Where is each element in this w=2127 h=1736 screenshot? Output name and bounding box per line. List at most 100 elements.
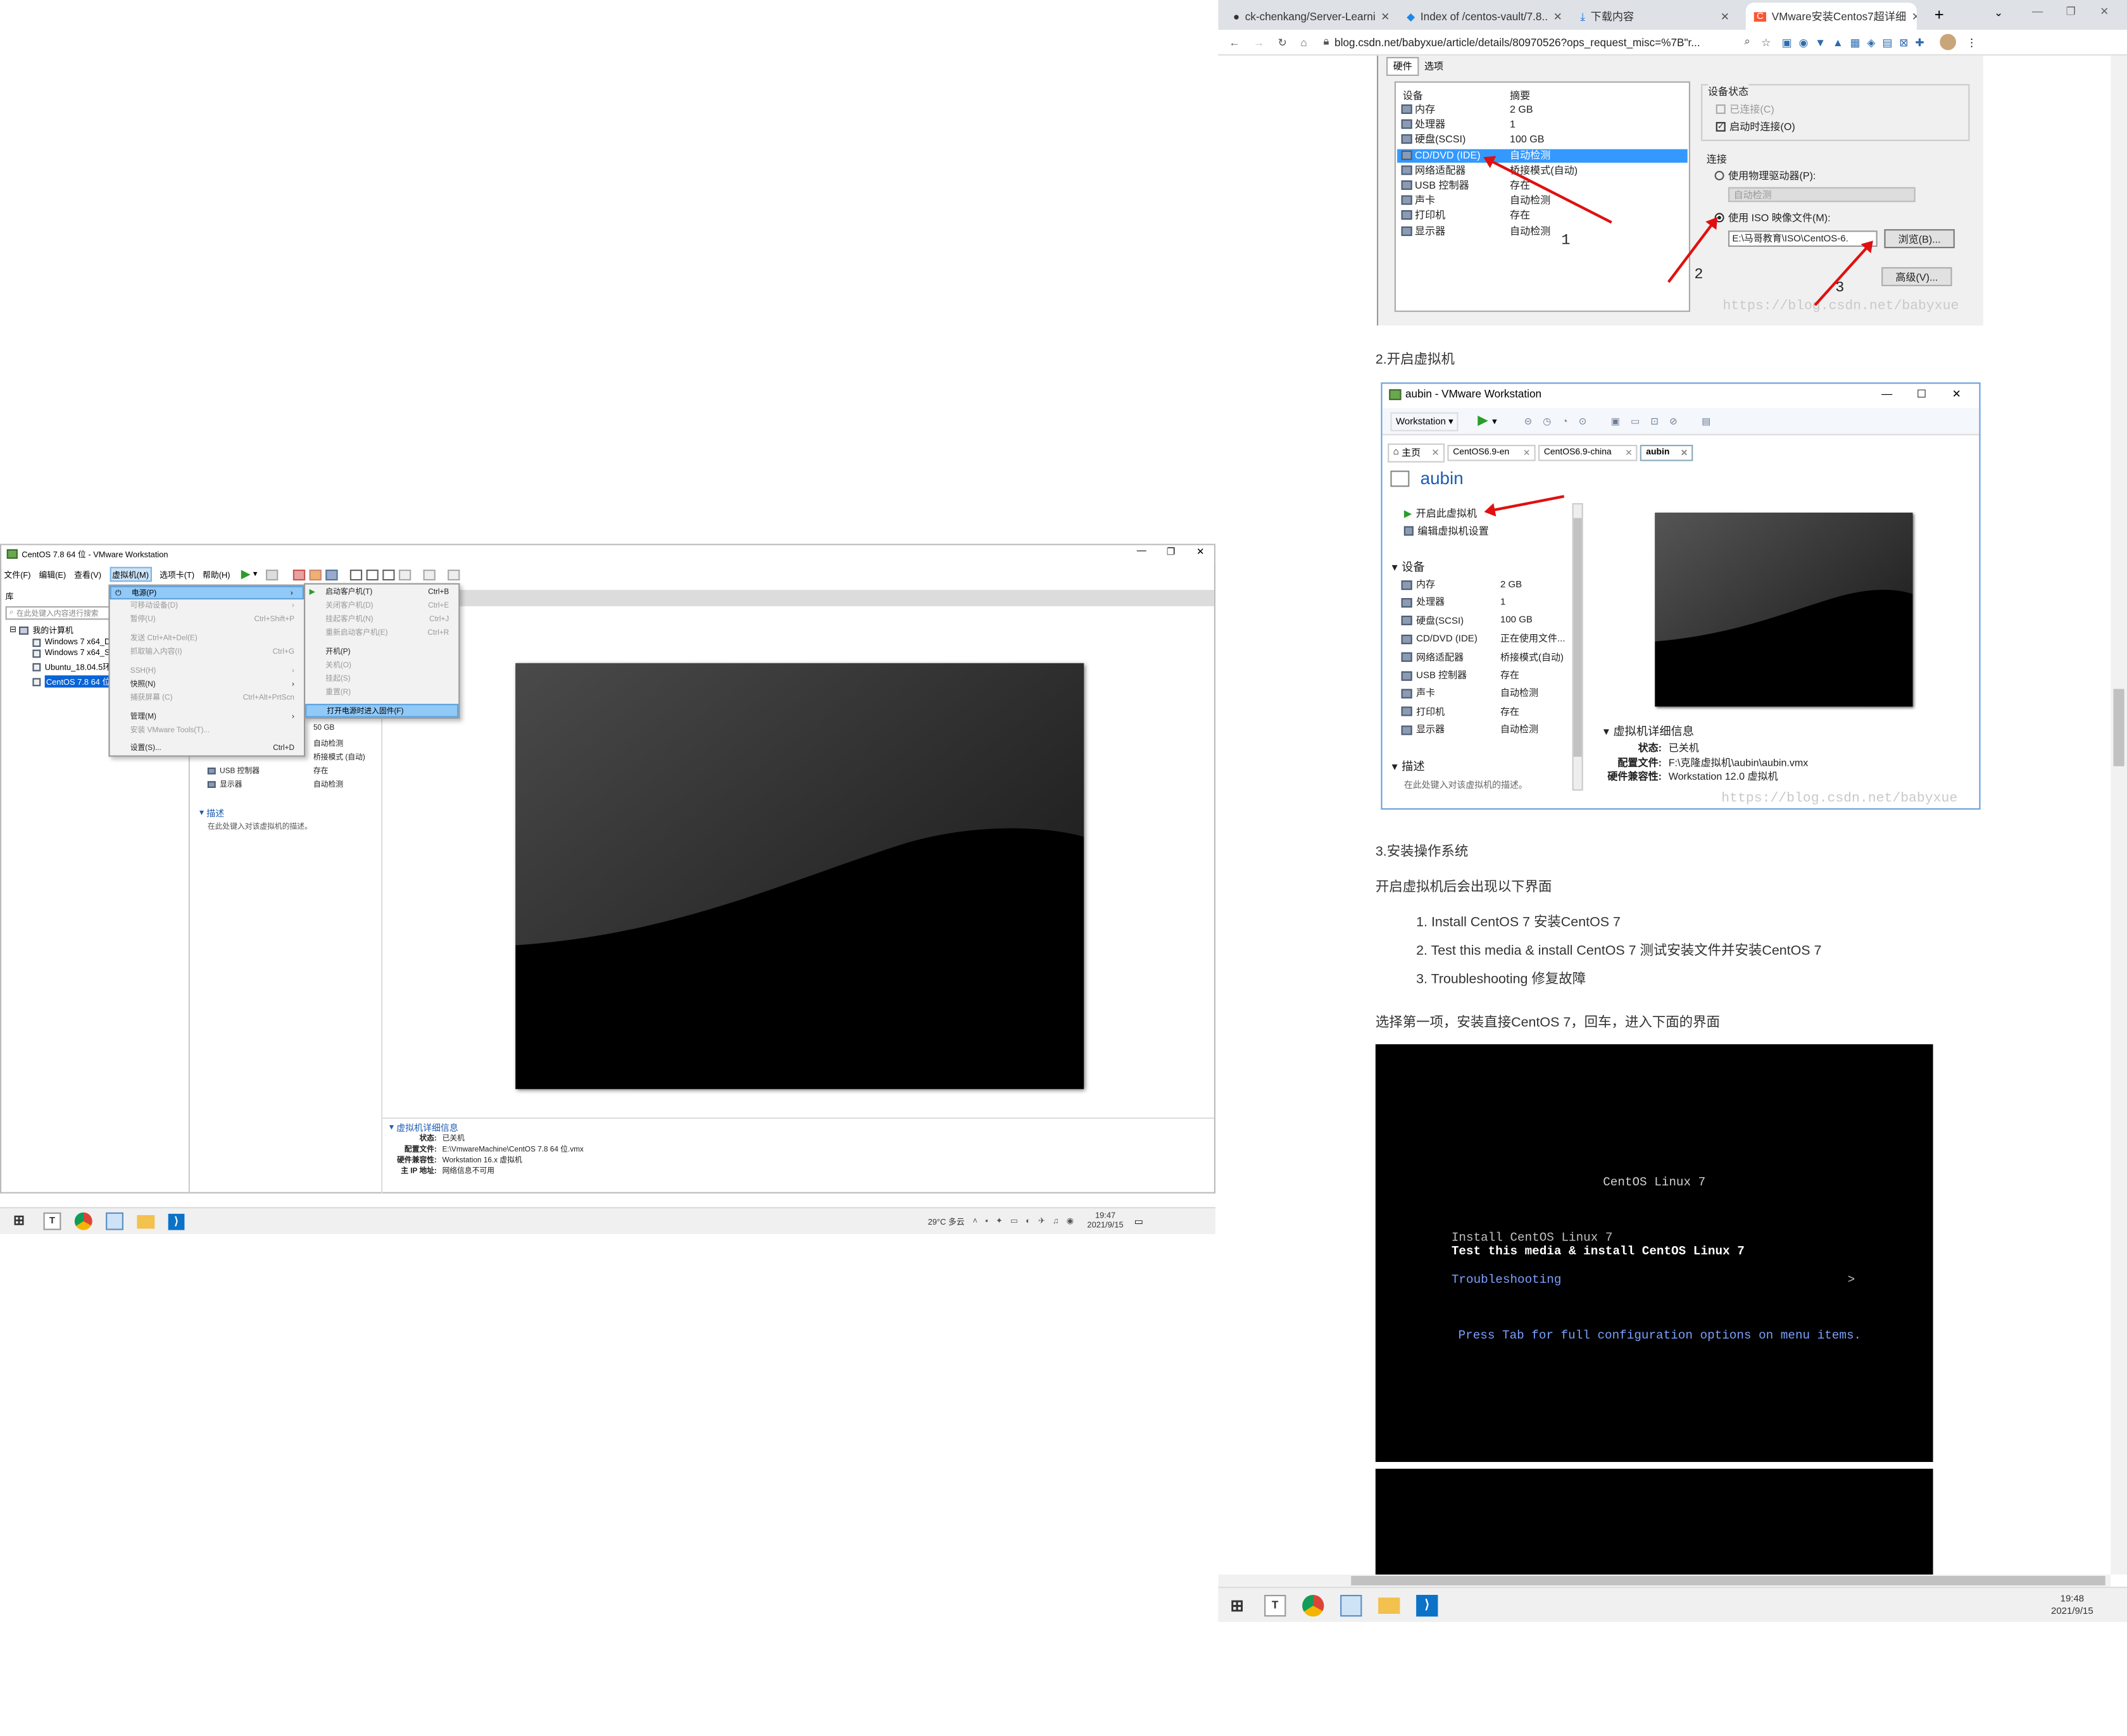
connect-on-power-checkbox[interactable]: ✓ 启动时连接(O) xyxy=(1716,120,1795,135)
suspend-icon[interactable] xyxy=(265,568,278,580)
hardware-row[interactable]: 硬盘(SCSI) 100 GB xyxy=(1397,134,1688,147)
tab-close-icon[interactable]: ✕ xyxy=(1548,11,1562,23)
vm-menu-item[interactable]: 安装 VMware Tools(T)... xyxy=(110,724,304,737)
boot-option-test[interactable]: Test this media & install CentOS Linux 7 xyxy=(1452,1245,1745,1258)
manage-snapshot-icon[interactable] xyxy=(325,568,337,580)
power-menu-item[interactable]: 重新启动客户机(E) Ctrl+R xyxy=(305,627,458,640)
hardware-row[interactable]: 内存 2 GB xyxy=(1397,103,1688,116)
library-view-icon[interactable] xyxy=(349,568,362,580)
vertical-scrollbar[interactable] xyxy=(2111,55,2127,1575)
hardware-row[interactable]: 网络适配器 桥接模式(自动) xyxy=(1397,164,1688,177)
details-header[interactable]: ▾ 虚拟机详细信息 xyxy=(389,1120,458,1133)
play-dropdown-icon[interactable]: ▾ xyxy=(1492,416,1497,427)
aubin-device-row[interactable]: 打印机 存在 xyxy=(1401,705,1519,718)
weather-text[interactable]: 29°C 多云 xyxy=(928,1215,965,1227)
menu-file[interactable]: 文件(F) xyxy=(4,568,30,580)
tab-vm-active[interactable]: aubin ✕ xyxy=(1640,444,1693,461)
device-usb[interactable]: USB 控制器 xyxy=(207,765,260,776)
menu-view[interactable]: 查看(V) xyxy=(74,568,101,580)
aubin-scrollbar[interactable] xyxy=(1572,503,1583,791)
new-tab-button[interactable]: + xyxy=(1935,6,1944,25)
thumbnail-view-icon[interactable] xyxy=(365,568,379,580)
play-dropdown-icon[interactable]: ▾ xyxy=(253,570,257,579)
vm-menu-item[interactable]: 可移动设备(D) › xyxy=(110,599,304,613)
chrome-icon[interactable] xyxy=(74,1212,92,1230)
vm-menu-item[interactable]: 管理(M) › xyxy=(110,711,304,724)
hardware-row[interactable]: 声卡 自动检测 xyxy=(1397,194,1688,208)
vmware-taskbar-icon[interactable] xyxy=(1340,1594,1362,1616)
tab-home[interactable]: ⌂ 主页 ✕ xyxy=(1388,442,1445,462)
tab-close-icon[interactable]: ✕ xyxy=(1715,11,1729,23)
menu-help[interactable]: 帮助(H) xyxy=(203,568,230,580)
devices-header[interactable]: ▾ 设备 xyxy=(1392,559,1425,575)
aubin-device-row[interactable]: 硬盘(SCSI) 100 GB xyxy=(1401,614,1533,627)
close-button[interactable]: ✕ xyxy=(1196,547,1205,558)
restore-button[interactable]: ❐ xyxy=(2066,6,2076,18)
snapshot-icon[interactable] xyxy=(292,568,305,580)
clock[interactable]: 19:47 2021/9/15 xyxy=(1087,1212,1123,1231)
start-icon[interactable]: ⊞ xyxy=(8,1211,30,1232)
edit-settings-link[interactable]: 编辑虚拟机设置 xyxy=(1403,523,1489,539)
connected-checkbox[interactable]: 已连接(C) xyxy=(1716,102,1774,117)
browser-menu-icon[interactable]: ⋮ xyxy=(1966,36,1977,48)
browse-button[interactable]: 浏览(B)... xyxy=(1884,229,1955,249)
minimize-button[interactable]: — xyxy=(1137,547,1146,556)
power-menu-item[interactable]: 挂起客户机(N) Ctrl+J xyxy=(305,613,458,627)
vm-menu-item[interactable]: 设置(S)... Ctrl+D xyxy=(110,742,304,755)
reload-icon[interactable]: ↻ xyxy=(1278,36,1287,48)
power-menu-item[interactable]: 挂起(S) xyxy=(305,673,458,686)
desc-header[interactable]: ▾ 描述 xyxy=(199,806,224,819)
play-icon[interactable]: ▶ xyxy=(241,567,251,582)
zoom-icon[interactable]: ⌕ xyxy=(1744,35,1750,49)
minimize-button[interactable]: — xyxy=(2032,6,2043,18)
power-menu-item[interactable]: 重置(R) xyxy=(305,686,458,699)
boot-option-troubleshoot[interactable]: Troubleshooting xyxy=(1452,1273,1562,1287)
home-icon[interactable]: ⌂ xyxy=(1300,36,1307,48)
power-on-link[interactable]: ▶ 开启此虚拟机 xyxy=(1404,506,1477,521)
play-icon[interactable]: ▶ xyxy=(1478,414,1488,429)
advanced-button[interactable]: 高级(V)... xyxy=(1881,267,1952,287)
menu-edit[interactable]: 编辑(E) xyxy=(39,568,66,580)
vm-menu-item[interactable]: ⏻ 电源(P) › xyxy=(110,585,304,600)
aubin-desc-header[interactable]: ▾ 描述 xyxy=(1392,758,1425,775)
aubin-preview[interactable] xyxy=(1655,513,1913,707)
vm-preview[interactable] xyxy=(515,663,1084,1089)
start-icon[interactable]: ⊞ xyxy=(1226,1594,1248,1616)
hardware-row[interactable]: 处理器 1 xyxy=(1397,118,1688,132)
tab-vm[interactable]: CentOS6.9-china ✕ xyxy=(1538,444,1638,461)
boot-option-install[interactable]: Install CentOS Linux 7 xyxy=(1452,1232,1613,1245)
notification-icon[interactable]: ▭ xyxy=(1134,1216,1143,1227)
tab-close-icon[interactable]: ✕ xyxy=(1625,447,1633,458)
vm-menu-item[interactable]: 发送 Ctrl+Alt+Del(E) xyxy=(110,632,304,646)
fullscreen-icon[interactable] xyxy=(382,568,394,580)
power-menu-item[interactable]: ▶ 启动客户机(T) Ctrl+B xyxy=(305,586,458,599)
chrome-icon[interactable] xyxy=(1302,1594,1324,1616)
explorer-icon[interactable] xyxy=(137,1214,155,1228)
menu-tabs[interactable]: 选项卡(T) xyxy=(160,568,194,580)
vm-menu-item[interactable]: 抓取输入内容(I) Ctrl+G xyxy=(110,646,304,659)
close-button[interactable]: ✕ xyxy=(2100,6,2109,18)
restore-button[interactable]: ❐ xyxy=(1167,547,1175,558)
typora-icon[interactable]: T xyxy=(1264,1594,1286,1616)
aubin-device-row[interactable]: 声卡 自动检测 xyxy=(1401,687,1538,700)
tab-search-icon[interactable]: ⌄ xyxy=(1994,7,2003,19)
scroll-thumb[interactable] xyxy=(1573,518,1582,757)
vm-menu-item[interactable]: 快照(N) › xyxy=(110,678,304,691)
unity-icon[interactable] xyxy=(398,568,411,580)
scroll-thumb[interactable] xyxy=(2113,689,2124,766)
tree-expand-icon[interactable]: ⊟ xyxy=(9,625,16,635)
aubin-device-row[interactable]: 内存 2 GB xyxy=(1401,578,1522,591)
hardware-row[interactable]: CD/DVD (IDE) 自动检测 xyxy=(1397,148,1688,163)
close-button[interactable]: ✕ xyxy=(1952,388,1961,400)
tab-close-icon[interactable]: ✕ xyxy=(1523,447,1531,458)
aubin-device-row[interactable]: 显示器 自动检测 xyxy=(1401,723,1538,737)
browser-tab-active[interactable]: CVMware安装Centos7超详细✕ xyxy=(1745,3,1917,32)
restore-button[interactable]: ☐ xyxy=(1917,388,1926,400)
aubin-device-row[interactable]: 网络适配器 桥接模式(自动) xyxy=(1401,651,1564,664)
address-bar[interactable]: blog.csdn.net/babyxue/article/details/80… xyxy=(1334,36,1728,48)
vscode-icon[interactable]: ⟩ xyxy=(168,1213,185,1230)
vmware-taskbar-icon[interactable] xyxy=(106,1212,123,1230)
browser-tab[interactable]: ⤓ 下载内容 ✕ xyxy=(1572,3,1738,31)
iso-path-input[interactable]: E:\马哥教育\ISO\CentOS-6. xyxy=(1728,230,1878,247)
vm-menu-item[interactable]: 捕获屏幕 (C) Ctrl+Alt+PrtScn xyxy=(110,692,304,705)
